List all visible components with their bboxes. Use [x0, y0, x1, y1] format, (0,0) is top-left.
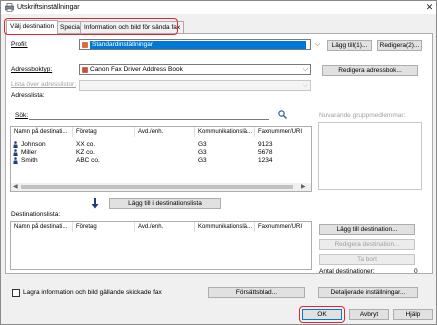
- close-icon[interactable]: ✕: [424, 2, 435, 13]
- column-header-fax[interactable]: Faxnummer/URI: [255, 127, 311, 137]
- store-fax-info-checkbox[interactable]: [12, 289, 20, 297]
- table-row[interactable]: Johnson XX co. G3 9123: [11, 141, 311, 149]
- person-icon: [13, 149, 18, 156]
- search-icon[interactable]: [278, 110, 287, 119]
- cell-name: Smith: [21, 157, 38, 164]
- cell-fax: 9123: [258, 141, 273, 148]
- printer-icon: [5, 3, 14, 12]
- cell-fax: 1234: [258, 157, 273, 164]
- addressbook-type-select[interactable]: Canon Fax Driver Address Book ⌵: [79, 64, 311, 75]
- cell-comm-mode: G3: [198, 141, 207, 148]
- cell-company: KZ co.: [76, 149, 95, 156]
- chevron-down-icon: ⌵: [302, 82, 308, 89]
- add-to-destination-list-button[interactable]: Lägg till i destinationslista: [109, 198, 221, 209]
- column-header-company[interactable]: Företag: [73, 127, 135, 137]
- address-lists-label: Lista över adresslistor:: [11, 81, 77, 88]
- column-header-department[interactable]: Avd./enh.: [135, 222, 195, 232]
- group-members-list: [318, 122, 422, 190]
- search-label: Sök:: [15, 112, 29, 119]
- cancel-button[interactable]: Avbryt: [349, 309, 389, 320]
- add-profile-button[interactable]: Lägg till(1)...: [327, 40, 372, 51]
- help-button[interactable]: Hjälp: [393, 309, 433, 320]
- column-header-company[interactable]: Företag: [73, 222, 135, 232]
- addressbook-icon: [82, 67, 88, 73]
- cell-fax: 5678: [258, 149, 273, 156]
- print-settings-window: Utskriftsinställningar ✕ Välj destinatio…: [0, 0, 437, 325]
- tabs-highlight: [4, 18, 178, 35]
- destination-table: Namn på destinati... Företag Avd./enh. K…: [10, 221, 312, 270]
- edit-profile-button[interactable]: Redigera(2)...: [377, 40, 422, 51]
- table-row[interactable]: Miller KZ co. G3 5678: [11, 149, 311, 157]
- addressbook-type-label: Adressboktyp:: [11, 66, 53, 73]
- addressbook-type-value: Canon Fax Driver Address Book: [90, 66, 183, 73]
- address-table: Namn på destinati... Företag Avd./enh. K…: [10, 126, 312, 192]
- scrollbar-thumb[interactable]: [21, 185, 293, 189]
- cell-name: Johnson: [21, 141, 46, 148]
- column-header-fax[interactable]: Faxnummer/URI: [255, 222, 311, 232]
- cell-company: XX co.: [76, 141, 96, 148]
- chevron-down-icon: ⌵: [302, 66, 308, 73]
- cover-sheet-button[interactable]: Försättsblad...: [208, 287, 305, 298]
- cell-comm-mode: G3: [198, 157, 207, 164]
- address-list-label: Adresslista:: [11, 92, 45, 99]
- column-header-name[interactable]: Namn på destinati...: [11, 127, 73, 137]
- profile-icon: [82, 42, 88, 48]
- column-header-name[interactable]: Namn på destinati...: [11, 222, 73, 232]
- person-icon: [13, 157, 18, 164]
- cell-name: Miller: [21, 149, 37, 156]
- add-destination-button[interactable]: Lägg till destination...: [319, 224, 415, 235]
- title-bar: Utskriftsinställningar ✕: [1, 1, 436, 14]
- ok-button[interactable]: OK: [302, 309, 342, 320]
- destination-count-label: Antal destinationer:: [319, 268, 375, 275]
- column-header-comm-mode[interactable]: Kommunikationslä...: [195, 127, 255, 137]
- edit-addressbook-button[interactable]: Redigera adressbok...: [322, 65, 418, 76]
- detailed-settings-button[interactable]: Detaljerade inställningar...: [318, 287, 418, 298]
- edit-destination-button: Redigera destination...: [319, 239, 415, 250]
- window-title: Utskriftsinställningar: [17, 4, 80, 11]
- address-lists-select: ⌵: [79, 80, 311, 91]
- arrow-down-icon: [91, 198, 99, 209]
- destination-list-label: Destinationslista:: [11, 211, 61, 218]
- scroll-left-icon[interactable]: ◀: [13, 183, 18, 191]
- destination-count-value: 0: [414, 268, 418, 275]
- column-header-comm-mode[interactable]: Kommunikationslä...: [195, 222, 255, 232]
- group-members-label: Nuvarande gruppmedlemmar:: [319, 112, 406, 119]
- store-fax-info-label: Lagra information och bild gällande skic…: [23, 289, 162, 296]
- remove-destination-button: Ta bort: [319, 254, 415, 265]
- profile-label: Profil:: [11, 41, 28, 48]
- scroll-right-icon[interactable]: ▶: [301, 183, 306, 191]
- cell-company: ABC co.: [76, 157, 100, 164]
- person-icon: [13, 141, 18, 148]
- column-header-department[interactable]: Avd./enh.: [135, 127, 195, 137]
- horizontal-scrollbar[interactable]: ◀ ▶: [11, 183, 311, 191]
- table-row[interactable]: Smith ABC co. G3 1234: [11, 157, 311, 165]
- cell-comm-mode: G3: [198, 149, 207, 156]
- chevron-down-icon: ⌵: [314, 41, 320, 48]
- profile-value: Standardinställningar: [90, 41, 306, 49]
- search-input[interactable]: [29, 119, 269, 120]
- profile-select[interactable]: Standardinställningar ⌵: [79, 39, 320, 50]
